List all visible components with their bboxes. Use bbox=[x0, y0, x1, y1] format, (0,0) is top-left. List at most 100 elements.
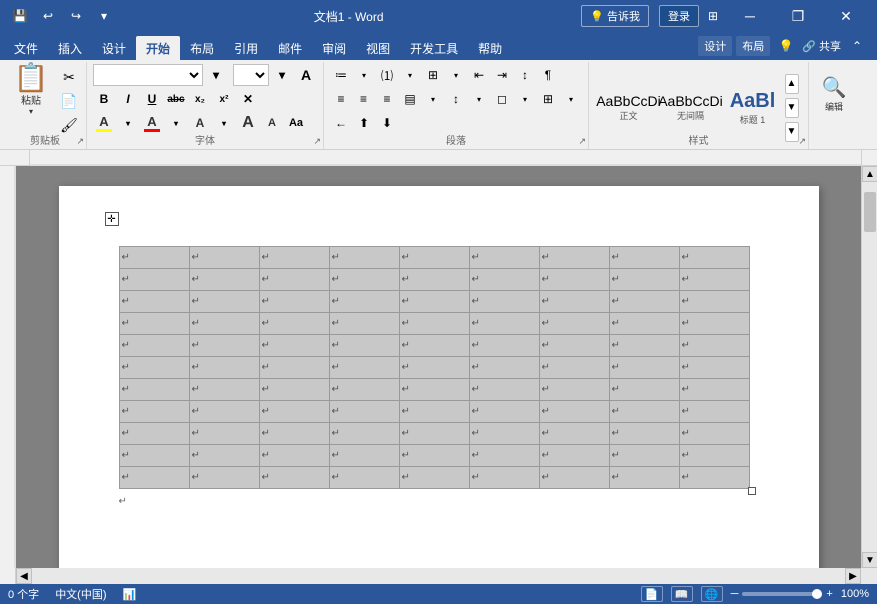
ribbon-collapse-button[interactable]: ⌃ bbox=[845, 34, 869, 58]
table-cell[interactable]: ↵ bbox=[259, 467, 329, 489]
table-cell[interactable]: ↵ bbox=[259, 379, 329, 401]
table-cell[interactable]: ↵ bbox=[259, 269, 329, 291]
table-cell[interactable]: ↵ bbox=[679, 335, 749, 357]
table-cell[interactable]: ↵ bbox=[609, 401, 679, 423]
tab-help[interactable]: 帮助 bbox=[468, 36, 512, 60]
tab-developer[interactable]: 开发工具 bbox=[400, 36, 468, 60]
restore-button[interactable]: ❐ bbox=[775, 0, 821, 32]
font-size-expand[interactable]: ▾ bbox=[271, 64, 293, 86]
table-cell[interactable]: ↵ bbox=[539, 423, 609, 445]
table-cell[interactable]: ↵ bbox=[679, 247, 749, 269]
table-cell[interactable]: ↵ bbox=[469, 313, 539, 335]
table-cell[interactable]: ↵ bbox=[189, 423, 259, 445]
border-button[interactable]: ⊞ bbox=[537, 88, 559, 110]
shading-button[interactable]: ◻ bbox=[491, 88, 513, 110]
table-cell[interactable]: ↵ bbox=[189, 401, 259, 423]
table-cell[interactable]: ↵ bbox=[609, 467, 679, 489]
font-color-dropdown[interactable]: ▾ bbox=[117, 112, 139, 134]
table-cell[interactable]: ↵ bbox=[189, 379, 259, 401]
table-cell[interactable]: ↵ bbox=[539, 247, 609, 269]
table-cell[interactable]: ↵ bbox=[329, 313, 399, 335]
table-cell[interactable]: ↵ bbox=[329, 401, 399, 423]
underline-button[interactable]: U bbox=[141, 88, 163, 110]
table-cell[interactable]: ↵ bbox=[259, 291, 329, 313]
styles-expand-icon[interactable]: ↗ bbox=[798, 136, 806, 147]
share-button[interactable]: 🔗 共享 bbox=[802, 38, 841, 54]
sort-button[interactable]: ↕ bbox=[514, 64, 536, 86]
subscript-button[interactable]: x₂ bbox=[189, 88, 211, 110]
table-cell[interactable]: ↵ bbox=[539, 401, 609, 423]
table-cell[interactable]: ↵ bbox=[119, 401, 189, 423]
table-cell[interactable]: ↵ bbox=[119, 467, 189, 489]
scroll-right-button[interactable]: ▶ bbox=[845, 568, 861, 584]
table-cell[interactable]: ↵ bbox=[469, 247, 539, 269]
table-cell[interactable]: ↵ bbox=[189, 247, 259, 269]
tab-design[interactable]: 设计 bbox=[92, 36, 136, 60]
table-cell[interactable]: ↵ bbox=[329, 269, 399, 291]
table-cell[interactable]: ↵ bbox=[399, 423, 469, 445]
table-cell[interactable]: ↵ bbox=[679, 445, 749, 467]
table-cell[interactable]: ↵ bbox=[399, 313, 469, 335]
bullets-button[interactable]: ≔ bbox=[330, 64, 352, 86]
table-cell[interactable]: ↵ bbox=[119, 247, 189, 269]
table-cell[interactable]: ↵ bbox=[329, 357, 399, 379]
close-button[interactable]: ✕ bbox=[823, 0, 869, 32]
table-cell[interactable]: ↵ bbox=[329, 423, 399, 445]
style-heading1[interactable]: AaBl 标题 1 bbox=[723, 78, 783, 138]
table-cell[interactable]: ↵ bbox=[259, 401, 329, 423]
table-cell[interactable]: ↵ bbox=[679, 379, 749, 401]
text-color-dropdown[interactable]: ▾ bbox=[165, 112, 187, 134]
styles-scroll-down[interactable]: ▼ bbox=[785, 98, 799, 118]
undo-button[interactable]: ↩ bbox=[36, 4, 60, 28]
table-cell[interactable]: ↵ bbox=[119, 445, 189, 467]
table-cell[interactable]: ↵ bbox=[119, 269, 189, 291]
table-cell[interactable]: ↵ bbox=[609, 379, 679, 401]
table-cell[interactable]: ↵ bbox=[679, 269, 749, 291]
table-cell[interactable]: ↵ bbox=[469, 423, 539, 445]
table-cell[interactable]: ↵ bbox=[189, 313, 259, 335]
cut-button[interactable]: ✂ bbox=[58, 66, 80, 88]
table-cell[interactable]: ↵ bbox=[189, 467, 259, 489]
tab-layout[interactable]: 布局 bbox=[180, 36, 224, 60]
space-before-button[interactable]: ⬆ bbox=[353, 112, 375, 134]
table-cell[interactable]: ↵ bbox=[539, 335, 609, 357]
tab-home[interactable]: 开始 bbox=[136, 36, 180, 60]
table-cell[interactable]: ↵ bbox=[679, 357, 749, 379]
table-cell[interactable]: ↵ bbox=[679, 401, 749, 423]
text-color-button[interactable]: A bbox=[141, 112, 163, 134]
table-cell[interactable]: ↵ bbox=[189, 269, 259, 291]
tab-insert[interactable]: 插入 bbox=[48, 36, 92, 60]
scroll-left-button[interactable]: ◀ bbox=[16, 568, 32, 584]
table-cell[interactable]: ↵ bbox=[679, 467, 749, 489]
table-cell[interactable]: ↵ bbox=[119, 357, 189, 379]
horizontal-scrollbar[interactable]: ◀ ▶ bbox=[16, 568, 861, 584]
clear-format-button[interactable]: ✕ bbox=[237, 88, 259, 110]
lightbulb-button[interactable]: 💡 bbox=[774, 34, 798, 58]
table-cell[interactable]: ↵ bbox=[469, 467, 539, 489]
table-cell[interactable]: ↵ bbox=[539, 269, 609, 291]
table-cell[interactable]: ↵ bbox=[609, 247, 679, 269]
paragraph-expand-icon[interactable]: ↗ bbox=[578, 136, 586, 147]
styles-expand[interactable]: ▼ bbox=[785, 122, 799, 142]
table-cell[interactable]: ↵ bbox=[329, 445, 399, 467]
help-button[interactable]: 💡 告诉我 bbox=[581, 5, 649, 27]
table-cell[interactable]: ↵ bbox=[399, 379, 469, 401]
numbering-dropdown[interactable]: ▾ bbox=[399, 64, 421, 86]
table-cell[interactable]: ↵ bbox=[329, 467, 399, 489]
case-button[interactable]: Aa bbox=[285, 112, 307, 134]
grow-font-button[interactable]: A bbox=[237, 112, 259, 134]
read-mode-button[interactable]: 📖 bbox=[671, 586, 693, 602]
paste-button[interactable]: 📋 粘贴 ▾ bbox=[10, 64, 52, 116]
table-cell[interactable]: ↵ bbox=[189, 445, 259, 467]
table-cell[interactable]: ↵ bbox=[539, 379, 609, 401]
save-button[interactable]: 💾 bbox=[8, 4, 32, 28]
line-spacing-button[interactable]: ↕ bbox=[445, 88, 467, 110]
table-view-button[interactable]: ⊞ bbox=[701, 4, 725, 28]
clipboard-expand-icon[interactable]: ↗ bbox=[76, 136, 84, 147]
redo-button[interactable]: ↪ bbox=[64, 4, 88, 28]
table-cell[interactable]: ↵ bbox=[259, 335, 329, 357]
table-cell[interactable]: ↵ bbox=[679, 423, 749, 445]
table-cell[interactable]: ↵ bbox=[399, 247, 469, 269]
table-cell[interactable]: ↵ bbox=[189, 335, 259, 357]
table-cell[interactable]: ↵ bbox=[469, 357, 539, 379]
